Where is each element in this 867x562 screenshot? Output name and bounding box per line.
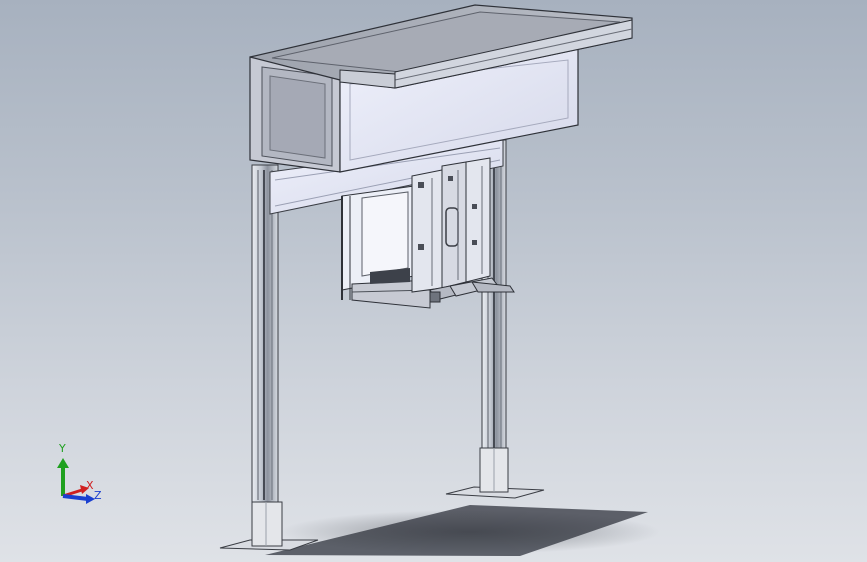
cad-model-assembly[interactable] bbox=[0, 0, 867, 562]
gripper-module-2 bbox=[441, 161, 467, 289]
gripper-module-1 bbox=[411, 169, 443, 293]
triad-z-label: Z bbox=[94, 489, 102, 502]
triad-y-label: Y bbox=[59, 442, 66, 455]
triad-x-label: X bbox=[86, 479, 94, 492]
post-left bbox=[251, 164, 283, 547]
gripper-module-3 bbox=[465, 157, 491, 283]
ground-shadow bbox=[265, 505, 660, 556]
cad-graphics-viewport[interactable]: Y X Z bbox=[0, 0, 867, 562]
